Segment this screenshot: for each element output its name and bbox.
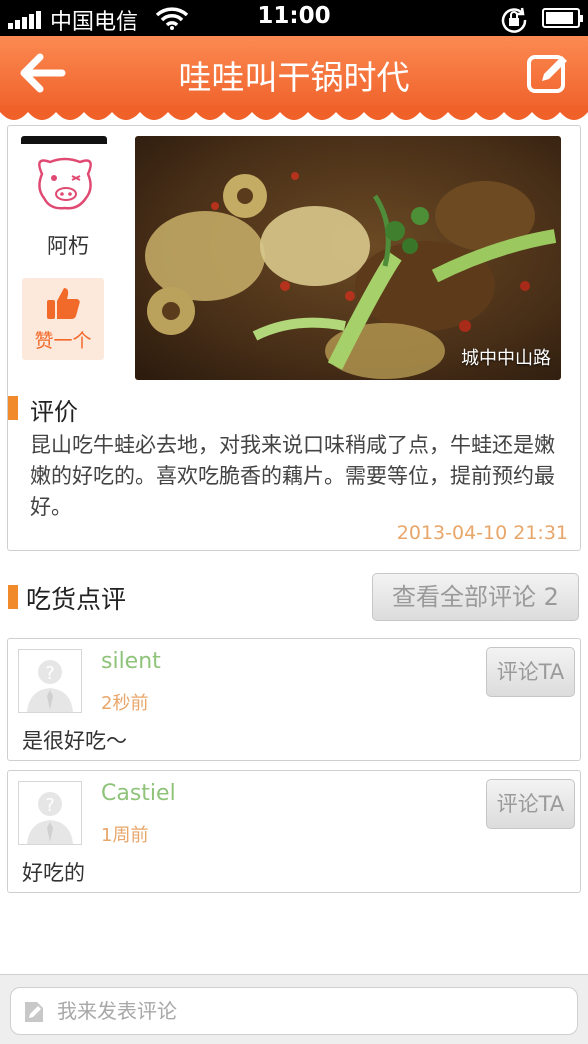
comment-author[interactable]: silent <box>101 649 161 674</box>
compose-icon <box>25 1002 43 1022</box>
page-title: 哇哇叫干锅时代 <box>178 58 410 97</box>
section-marker <box>8 396 18 420</box>
edit-button[interactable] <box>524 48 574 98</box>
comment-text: 是很好吃～ <box>22 729 127 753</box>
thumbs-up-icon <box>47 288 80 319</box>
like-button[interactable]: 赞一个 <box>22 278 104 360</box>
default-avatar-icon[interactable]: ? <box>18 649 82 713</box>
back-button[interactable] <box>14 50 70 96</box>
review-date: 2013-04-10 21:31 <box>396 522 568 544</box>
status-bar: 中国电信 11:00 <box>0 0 588 36</box>
reply-button[interactable]: 评论TA <box>486 647 575 697</box>
comment-card: ? silent 2秒前 是很好吃～ 评论TA <box>7 638 581 761</box>
default-avatar-icon[interactable]: ? <box>18 781 82 845</box>
comment-input[interactable] <box>57 988 567 1034</box>
comment-input-container[interactable] <box>10 987 578 1035</box>
comments-heading: 吃货点评 <box>26 585 127 614</box>
review-text: 昆山吃牛蛙必去地，对我来说口味稍咸了点，牛蛙还是嫩嫩的好吃的。喜欢吃脆香的藕片。… <box>30 433 555 519</box>
user-avatar[interactable] <box>30 150 100 220</box>
nav-scallop-edge <box>0 106 588 120</box>
edit-icon <box>527 55 567 93</box>
like-label: 赞一个 <box>34 330 92 352</box>
back-arrow-icon <box>20 53 66 93</box>
pig-avatar-icon <box>38 157 92 210</box>
view-all-comments-button[interactable]: 查看全部评论 2 <box>372 573 579 621</box>
comment-bar <box>0 974 588 1044</box>
comment-time: 2秒前 <box>101 693 149 714</box>
review-heading: 评价 <box>30 398 78 426</box>
photo-location: 城中中山路 <box>461 348 551 369</box>
section-marker <box>8 585 18 609</box>
comment-card: ? Castiel 1周前 好吃的 评论TA <box>7 770 581 893</box>
battery-icon <box>542 8 583 28</box>
avatar-frame <box>21 136 107 144</box>
review-author-name[interactable]: 阿朽 <box>18 230 118 260</box>
comment-author[interactable]: Castiel <box>101 781 176 806</box>
review-card: 阿朽 赞一个 城中中山路 评价 昆山吃牛蛙必去地，对我来说口味稍咸了点，牛蛙还是… <box>7 125 581 551</box>
svg-text:?: ? <box>45 795 55 816</box>
svg-text:?: ? <box>45 663 55 684</box>
comment-text: 好吃的 <box>22 861 85 885</box>
reply-button[interactable]: 评论TA <box>486 779 575 829</box>
rotation-lock-icon <box>500 5 528 37</box>
food-photo[interactable]: 城中中山路 <box>135 136 561 380</box>
comment-time: 1周前 <box>101 825 149 846</box>
nav-bar: 哇哇叫干锅时代 <box>0 36 588 112</box>
